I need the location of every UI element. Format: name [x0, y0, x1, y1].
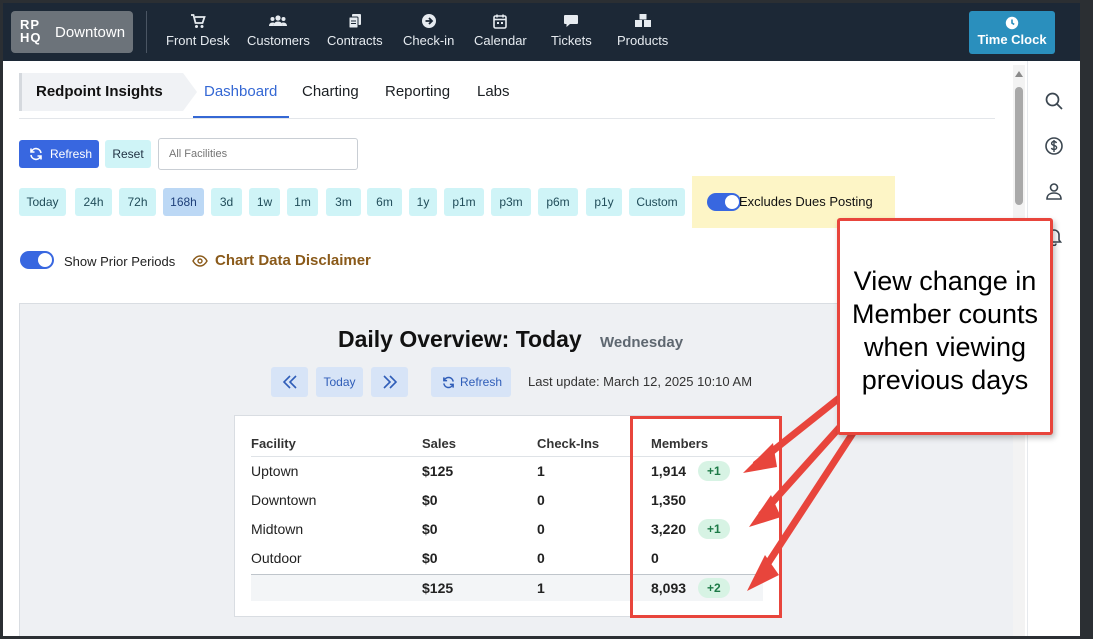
show-prior-periods-toggle[interactable] [20, 251, 54, 269]
eye-icon [192, 255, 208, 267]
nav-label: Check-in [403, 33, 455, 48]
location-switcher[interactable]: RP HQ Downtown [11, 11, 133, 53]
refresh-icon [30, 147, 42, 161]
nav-products[interactable]: Products [617, 13, 668, 48]
cell-facility: Midtown [251, 521, 304, 537]
nav-label: Front Desk [166, 33, 230, 48]
nav-label: Customers [247, 33, 310, 48]
cell-facility: Outdoor [251, 550, 302, 566]
period-p1y[interactable]: p1y [586, 188, 622, 216]
contracts-icon [348, 14, 361, 29]
column-header-sales: Sales [422, 436, 456, 451]
cell-checkins: 0 [537, 550, 545, 566]
arrow-circle-icon [421, 14, 436, 28]
nav-divider [146, 11, 147, 53]
period-168h[interactable]: 168h [163, 188, 204, 216]
double-chevron-left-icon [282, 375, 297, 389]
period-72h[interactable]: 72h [119, 188, 156, 216]
column-header-facility: Facility [251, 436, 296, 451]
overview-day: Wednesday [600, 334, 684, 351]
nav-label: Tickets [551, 33, 592, 48]
period-p3m[interactable]: p3m [491, 188, 531, 216]
cart-icon [190, 14, 206, 28]
cell-sales: $0 [422, 492, 438, 508]
last-update-text: Last update: March 12, 2025 10:10 AM [528, 374, 753, 389]
cell-checkins: 0 [537, 521, 545, 537]
period-1w[interactable]: 1w [249, 188, 280, 216]
previous-day-button[interactable] [271, 367, 308, 397]
column-header-checkins: Check-Ins [537, 436, 600, 451]
cell-sales: $0 [422, 521, 438, 537]
next-day-button[interactable] [371, 367, 408, 397]
tab-reporting[interactable]: Reporting [385, 83, 450, 100]
time-clock-label: Time Clock [977, 32, 1047, 47]
annotation-callout: View change in Member counts when viewin… [837, 218, 1053, 435]
show-prior-periods-label: Show Prior Periods [64, 254, 176, 269]
breadcrumb: Redpoint Insights [19, 73, 197, 111]
cell-checkins: 0 [537, 492, 545, 508]
screenshot-frame: RP HQ Downtown Front Desk Customers Contr… [0, 0, 1093, 639]
double-chevron-right-icon [382, 375, 397, 389]
cell-facility: Downtown [251, 492, 317, 508]
tab-dashboard[interactable]: Dashboard [204, 83, 277, 100]
refresh-button[interactable]: Refresh [19, 140, 99, 168]
tabs-divider [19, 118, 995, 119]
period-24h[interactable]: 24h [75, 188, 112, 216]
dollar-icon[interactable] [1044, 136, 1064, 156]
total-sales: $125 [422, 580, 454, 596]
members-highlight-box [630, 416, 782, 618]
period-p1m[interactable]: p1m [444, 188, 484, 216]
cell-sales: $125 [422, 463, 454, 479]
refresh-icon [443, 376, 454, 389]
search-icon[interactable] [1044, 91, 1064, 111]
dues-posting-label: Excludes Dues Posting [739, 194, 873, 209]
boxes-icon [634, 14, 651, 27]
period-p6m[interactable]: p6m [538, 188, 578, 216]
nav-contracts[interactable]: Contracts [327, 13, 383, 48]
overview-title: Daily Overview: Today [338, 326, 582, 352]
calendar-icon [493, 14, 508, 29]
dues-posting-toggle[interactable] [707, 193, 741, 211]
period-3m[interactable]: 3m [326, 188, 361, 216]
today-button[interactable]: Today [316, 367, 363, 397]
nav-front-desk[interactable]: Front Desk [166, 13, 230, 48]
period-custom[interactable]: Custom [629, 188, 685, 216]
period-1y[interactable]: 1y [409, 188, 437, 216]
cell-sales: $0 [422, 550, 438, 566]
period-1m[interactable]: 1m [287, 188, 318, 216]
facility-filter-input[interactable] [158, 138, 358, 170]
location-label: Downtown [55, 24, 126, 41]
nav-label: Contracts [327, 33, 383, 48]
total-checkins: 1 [537, 580, 545, 596]
tab-labs[interactable]: Labs [477, 83, 510, 100]
clock-icon [1005, 16, 1019, 30]
user-icon[interactable] [1044, 181, 1064, 201]
chat-icon [564, 15, 579, 27]
cell-checkins: 1 [537, 463, 545, 479]
refresh-label: Refresh [50, 147, 93, 161]
nav-tickets[interactable]: Tickets [551, 13, 592, 48]
nav-calendar[interactable]: Calendar [474, 13, 527, 48]
rphq-logo: RP HQ [20, 17, 42, 45]
nav-check-in[interactable]: Check-in [403, 13, 454, 48]
reset-button[interactable]: Reset [105, 140, 151, 168]
scroll-up-arrow-icon[interactable] [1015, 71, 1023, 77]
period-6m[interactable]: 6m [367, 188, 402, 216]
top-navigation-bar: RP HQ Downtown Front Desk Customers Contr… [3, 3, 1080, 61]
nav-label: Products [617, 33, 669, 48]
tab-charting[interactable]: Charting [302, 83, 359, 100]
scrollbar-thumb[interactable] [1015, 87, 1023, 205]
nav-customers[interactable]: Customers [247, 13, 310, 48]
cell-facility: Uptown [251, 463, 299, 479]
time-clock-button[interactable]: Time Clock [969, 11, 1055, 54]
chart-data-disclaimer-link[interactable]: Chart Data Disclaimer [215, 252, 371, 269]
nav-label: Calendar [474, 33, 527, 48]
users-icon [269, 15, 288, 26]
overview-refresh-button[interactable]: Refresh [431, 367, 511, 397]
period-today[interactable]: Today [19, 188, 66, 216]
overview-refresh-label: Refresh [459, 375, 503, 389]
period-3d[interactable]: 3d [211, 188, 242, 216]
